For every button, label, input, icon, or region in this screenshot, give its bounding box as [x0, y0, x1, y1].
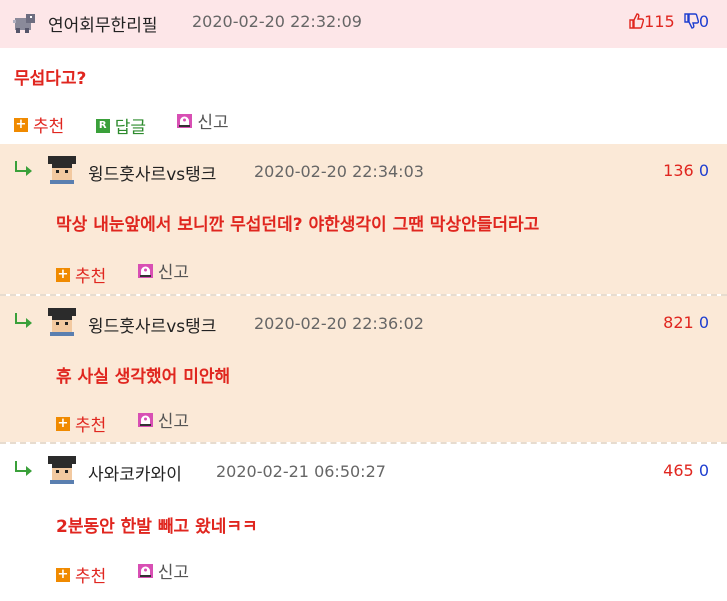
alarm-icon: [137, 263, 153, 278]
post-date: 2020-02-20 22:32:09: [192, 12, 362, 31]
post-author[interactable]: 연어회무한리필: [48, 11, 157, 36]
recommend-button[interactable]: + 추천: [14, 112, 64, 137]
post-actions: + 추천 R 답글 신고: [14, 108, 255, 138]
report-button[interactable]: 신고: [137, 407, 189, 432]
plus-icon: +: [14, 116, 28, 132]
comment-date: 2020-02-20 22:36:02: [254, 314, 424, 333]
comment-votes: 821 0: [663, 313, 709, 332]
comment-downvote-count: 0: [698, 461, 709, 480]
recommend-label: 추천: [75, 416, 107, 436]
recommend-button[interactable]: + 추천: [56, 411, 106, 436]
reply-arrow-icon: [15, 161, 32, 176]
recommend-label: 추천: [75, 567, 107, 587]
comment-actions: + 추천 신고: [56, 558, 215, 587]
report-button[interactable]: 신고: [137, 258, 189, 283]
comment-author[interactable]: 윙드훗사르vs탱크: [88, 312, 216, 337]
report-label: 신고: [157, 412, 189, 432]
recommend-button[interactable]: + 추천: [56, 262, 106, 287]
report-label: 신고: [157, 263, 189, 283]
post-votes: 115 0: [628, 12, 709, 31]
user-avatar-icon: [48, 308, 76, 336]
report-label: 신고: [157, 563, 189, 583]
comment-item: 사와코카와이 2020-02-21 06:50:27 465 0 2분동안 한발…: [0, 444, 727, 601]
comment-body: 2분동안 한발 빼고 왔네ㅋㅋ: [56, 517, 258, 537]
comment-item: 윙드훗사르vs탱크 2020-02-20 22:34:03 136 0 막상 내…: [0, 144, 727, 294]
comment-votes: 465 0: [663, 461, 709, 480]
comment-author[interactable]: 사와코카와이: [88, 460, 182, 485]
post-header: 연어회무한리필 2020-02-20 22:32:09 115 0: [0, 0, 727, 48]
post-upvote-count: 115: [644, 12, 675, 31]
comment-upvote-count: 821: [663, 313, 694, 332]
comment-body: 막상 내눈앞에서 보니깐 무섭던데? 야한생각이 그땐 막상안들더라고: [56, 215, 540, 235]
comment-downvote-count: 0: [698, 313, 709, 332]
plus-icon: +: [56, 415, 70, 431]
comment-item: 윙드훗사르vs탱크 2020-02-20 22:36:02 821 0 휴 사실…: [0, 296, 727, 442]
user-avatar-icon: [48, 156, 76, 184]
reply-arrow-icon: [15, 461, 32, 476]
plus-icon: +: [56, 266, 70, 282]
user-avatar-icon: [48, 456, 76, 484]
reply-label: 답글: [114, 118, 146, 138]
comment-date: 2020-02-21 06:50:27: [216, 462, 386, 481]
reply-icon: R: [95, 118, 110, 133]
post-downvote-count: 0: [698, 12, 709, 31]
comment-downvote-count: 0: [698, 161, 709, 180]
report-button[interactable]: 신고: [177, 108, 229, 133]
alarm-icon: [177, 113, 193, 128]
comment-author[interactable]: 윙드훗사르vs탱크: [88, 160, 216, 185]
comment-body: 휴 사실 생각했어 미안해: [56, 367, 231, 387]
report-button[interactable]: 신고: [137, 558, 189, 583]
comment-upvote-count: 136: [663, 161, 694, 180]
comment-actions: + 추천 신고: [56, 407, 215, 436]
reply-arrow-icon: [15, 313, 32, 328]
alarm-icon: [137, 563, 153, 578]
report-label: 신고: [197, 113, 229, 133]
pet-avatar-icon: [13, 14, 35, 33]
recommend-label: 추천: [75, 267, 107, 287]
alarm-icon: [137, 412, 153, 427]
plus-icon: +: [56, 566, 70, 582]
comment-date: 2020-02-20 22:34:03: [254, 162, 424, 181]
recommend-label: 추천: [33, 117, 65, 137]
thumbs-down-icon[interactable]: [683, 13, 699, 29]
recommend-button[interactable]: + 추천: [56, 562, 106, 587]
comment-actions: + 추천 신고: [56, 258, 215, 287]
reply-button[interactable]: R 답글: [95, 113, 146, 138]
post-body: 무섭다고?: [14, 69, 87, 89]
comment-upvote-count: 465: [663, 461, 694, 480]
comment-votes: 136 0: [663, 161, 709, 180]
thumbs-up-icon[interactable]: [628, 13, 645, 29]
